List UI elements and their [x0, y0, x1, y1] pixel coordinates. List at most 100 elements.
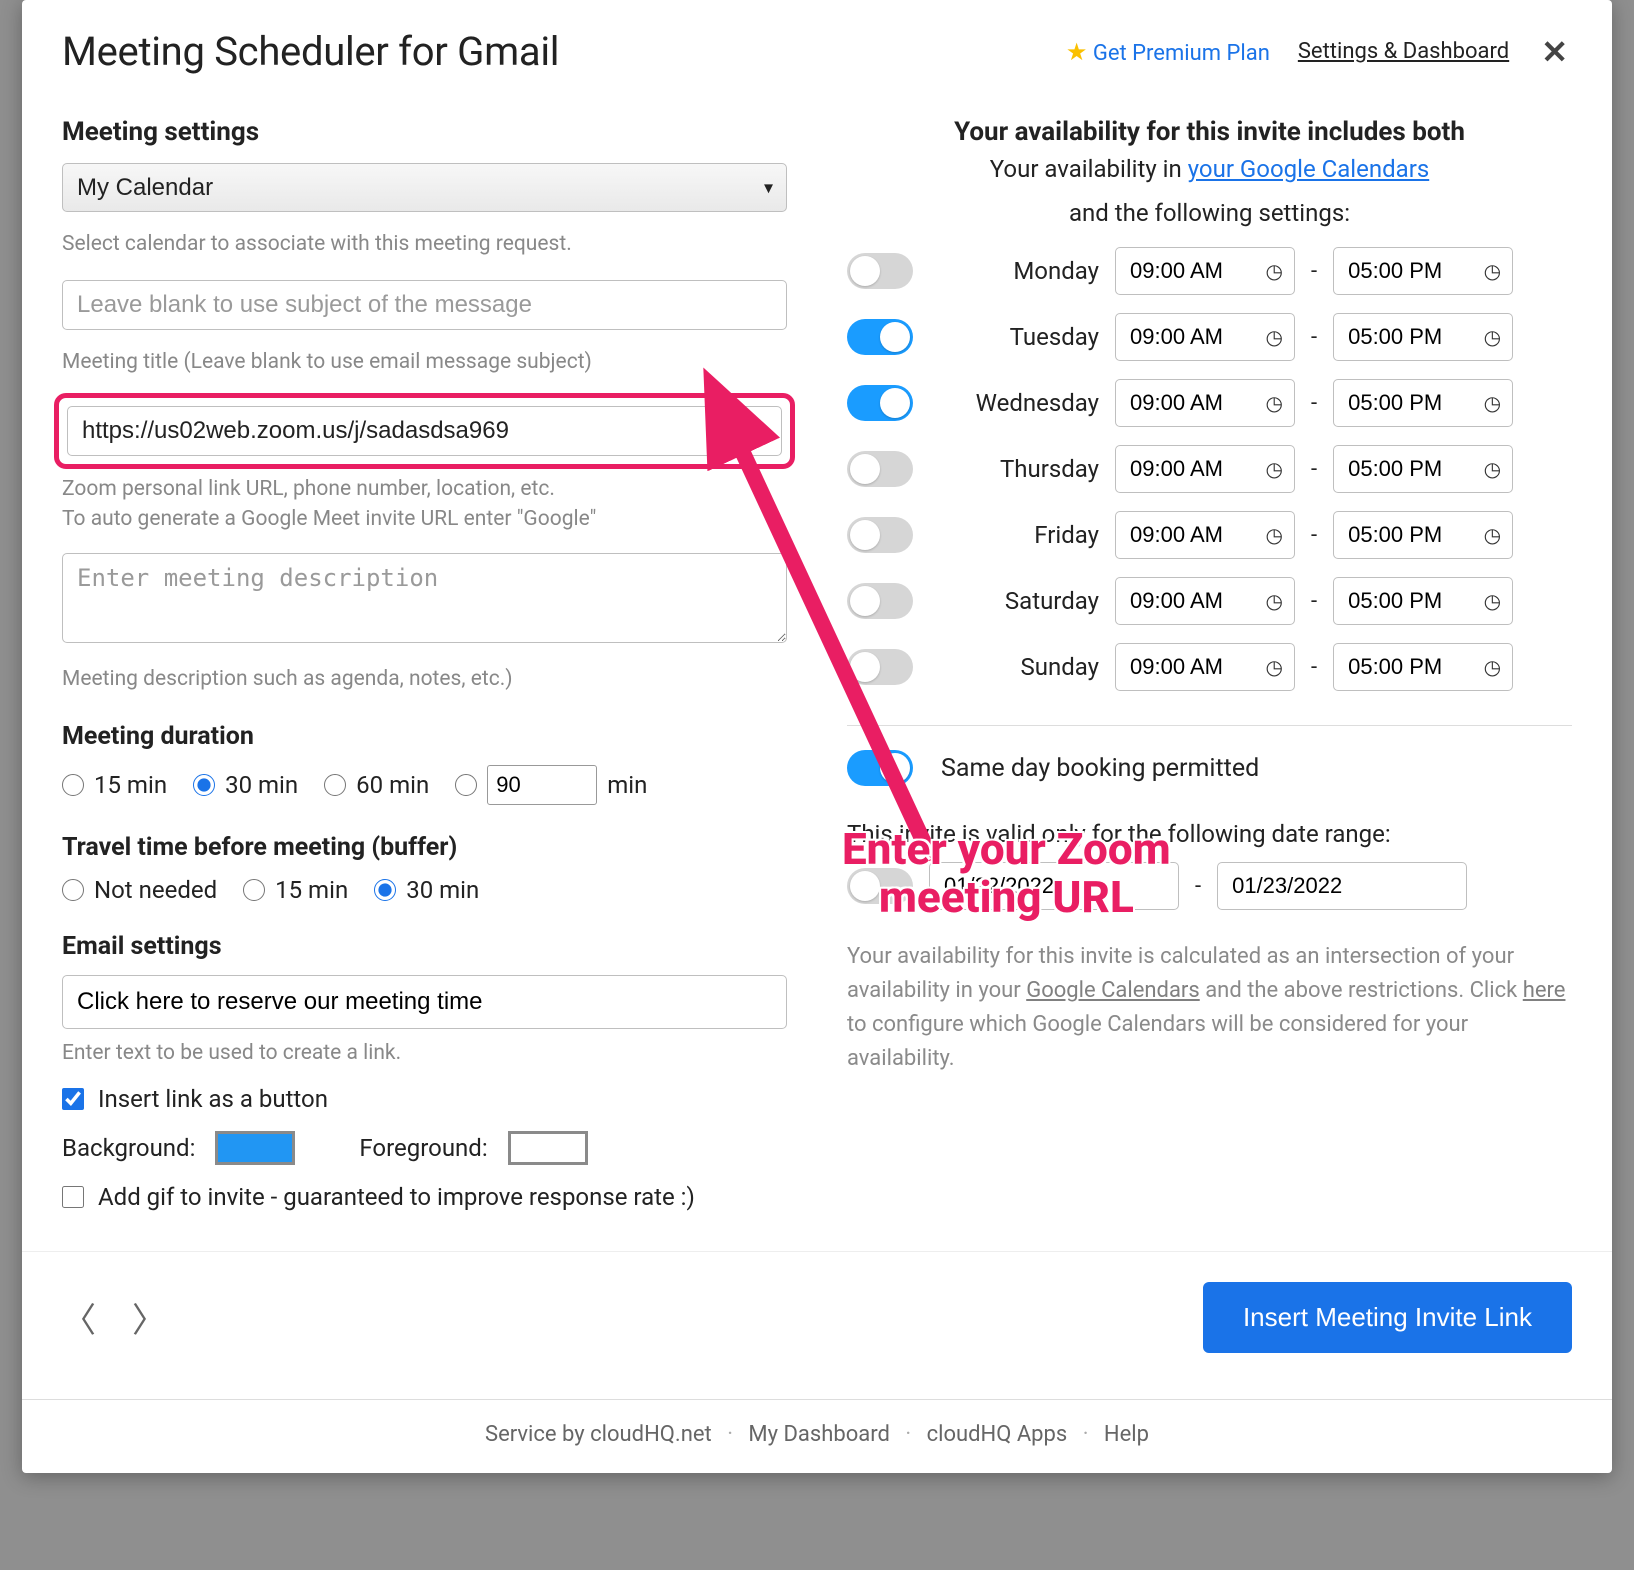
- availability-explanation: Your availability for this invite is cal…: [847, 940, 1572, 1076]
- insert-as-button-row: Insert link as a button: [62, 1085, 787, 1113]
- day-end-wrap: ◷: [1333, 643, 1513, 691]
- day-toggle-sunday[interactable]: [847, 649, 913, 685]
- duration-15min[interactable]: 15 min: [62, 771, 167, 799]
- day-start-input[interactable]: [1115, 511, 1295, 559]
- day-start-input[interactable]: [1115, 247, 1295, 295]
- date-end-input[interactable]: [1217, 862, 1467, 910]
- configure-here-link[interactable]: here: [1523, 978, 1566, 1003]
- close-icon[interactable]: ✕: [1537, 33, 1572, 71]
- premium-plan-link[interactable]: ★ Get Premium Plan: [1066, 38, 1270, 66]
- dash-separator: -: [1311, 457, 1317, 482]
- day-start-wrap: ◷: [1115, 511, 1295, 559]
- meeting-description-input[interactable]: [62, 553, 787, 643]
- day-label: Thursday: [929, 455, 1099, 483]
- insert-meeting-link-button[interactable]: Insert Meeting Invite Link: [1203, 1282, 1572, 1353]
- day-start-input[interactable]: [1115, 577, 1295, 625]
- buffer-none[interactable]: Not needed: [62, 876, 217, 904]
- day-row: Saturday ◷ - ◷: [847, 577, 1572, 625]
- availability-subheading: Your availability in your Google Calenda…: [847, 155, 1572, 183]
- day-end-input[interactable]: [1333, 577, 1513, 625]
- day-toggle-wednesday[interactable]: [847, 385, 913, 421]
- cloudhq-apps-link[interactable]: cloudHQ Apps: [927, 1422, 1068, 1447]
- meeting-title-helper: Meeting title (Leave blank to use email …: [62, 348, 787, 376]
- days-container: Monday ◷ - ◷ Tuesday ◷ - ◷ Wednesday ◷ -: [847, 247, 1572, 691]
- day-toggle-saturday[interactable]: [847, 583, 913, 619]
- google-calendars-link[interactable]: your Google Calendars: [1188, 155, 1430, 183]
- duration-custom-input[interactable]: [487, 765, 597, 805]
- date-range-toggle[interactable]: [847, 868, 913, 904]
- day-end-wrap: ◷: [1333, 511, 1513, 559]
- day-end-input[interactable]: [1333, 643, 1513, 691]
- day-start-input[interactable]: [1115, 313, 1295, 361]
- star-icon: ★: [1066, 38, 1088, 66]
- day-toggle-tuesday[interactable]: [847, 319, 913, 355]
- my-dashboard-link[interactable]: My Dashboard: [748, 1422, 889, 1447]
- meeting-title-block: [62, 280, 787, 330]
- premium-link-text[interactable]: Get Premium Plan: [1093, 41, 1270, 66]
- same-day-row: Same day booking permitted: [847, 750, 1572, 786]
- location-highlight-box: [54, 393, 795, 469]
- date-range-row: -: [847, 862, 1572, 910]
- foreground-label: Foreground:: [359, 1134, 487, 1162]
- buffer-30min[interactable]: 30 min: [374, 876, 479, 904]
- settings-dashboard-link[interactable]: Settings & Dashboard: [1298, 39, 1509, 64]
- date-start-input[interactable]: [929, 862, 1179, 910]
- cloudhq-link[interactable]: cloudHQ.net: [590, 1422, 712, 1447]
- email-link-text-input[interactable]: [62, 975, 787, 1029]
- day-start-input[interactable]: [1115, 379, 1295, 427]
- duration-custom[interactable]: min: [455, 765, 647, 805]
- same-day-toggle[interactable]: [847, 750, 913, 786]
- calendar-select[interactable]: My Calendar: [62, 163, 787, 212]
- day-toggle-monday[interactable]: [847, 253, 913, 289]
- background-color-swatch[interactable]: [215, 1131, 295, 1165]
- day-start-input[interactable]: [1115, 643, 1295, 691]
- meeting-settings-title: Meeting settings: [62, 117, 787, 147]
- day-end-input[interactable]: [1333, 445, 1513, 493]
- day-row: Thursday ◷ - ◷: [847, 445, 1572, 493]
- location-helper-1: Zoom personal link URL, phone number, lo…: [62, 475, 787, 503]
- next-arrow-icon[interactable]: 〉: [132, 1293, 166, 1342]
- day-toggle-friday[interactable]: [847, 517, 913, 553]
- day-start-wrap: ◷: [1115, 313, 1295, 361]
- day-end-input[interactable]: [1333, 511, 1513, 559]
- day-label: Wednesday: [929, 389, 1099, 417]
- date-range-text: This invite is valid only for the follow…: [847, 820, 1572, 848]
- day-end-wrap: ◷: [1333, 313, 1513, 361]
- day-end-input[interactable]: [1333, 313, 1513, 361]
- add-gif-checkbox[interactable]: [62, 1186, 84, 1208]
- insert-as-button-checkbox[interactable]: [62, 1088, 84, 1110]
- availability-following: and the following settings:: [847, 199, 1572, 227]
- day-start-input[interactable]: [1115, 445, 1295, 493]
- day-end-wrap: ◷: [1333, 247, 1513, 295]
- meeting-title-input[interactable]: [62, 280, 787, 330]
- dash-separator: -: [1311, 589, 1317, 614]
- day-label: Sunday: [929, 653, 1099, 681]
- dash-separator: -: [1311, 655, 1317, 680]
- day-end-input[interactable]: [1333, 247, 1513, 295]
- service-by-label: Service by: [485, 1422, 590, 1447]
- dash-separator: -: [1311, 523, 1317, 548]
- duration-60min[interactable]: 60 min: [324, 771, 429, 799]
- day-row: Monday ◷ - ◷: [847, 247, 1572, 295]
- left-column: Meeting settings My Calendar ▾ Select ca…: [62, 117, 787, 1211]
- day-label: Tuesday: [929, 323, 1099, 351]
- day-label: Monday: [929, 257, 1099, 285]
- nav-arrows: 〈 〉: [62, 1293, 166, 1342]
- foreground-color-swatch[interactable]: [508, 1131, 588, 1165]
- prev-arrow-icon[interactable]: 〈: [62, 1293, 96, 1342]
- duration-30min[interactable]: 30 min: [193, 771, 298, 799]
- day-toggle-thursday[interactable]: [847, 451, 913, 487]
- google-calendars-link-2[interactable]: Google Calendars: [1026, 978, 1200, 1003]
- day-end-input[interactable]: [1333, 379, 1513, 427]
- day-row: Friday ◷ - ◷: [847, 511, 1572, 559]
- dash-separator: -: [1311, 391, 1317, 416]
- dash-separator: -: [1311, 325, 1317, 350]
- day-label: Saturday: [929, 587, 1099, 615]
- meeting-location-input[interactable]: [67, 406, 782, 456]
- day-label: Friday: [929, 521, 1099, 549]
- day-start-wrap: ◷: [1115, 379, 1295, 427]
- calendar-select-block: My Calendar ▾: [62, 163, 787, 212]
- help-link[interactable]: Help: [1104, 1422, 1149, 1447]
- modal-dialog: Meeting Scheduler for Gmail ★ Get Premiu…: [22, 0, 1612, 1473]
- buffer-15min[interactable]: 15 min: [243, 876, 348, 904]
